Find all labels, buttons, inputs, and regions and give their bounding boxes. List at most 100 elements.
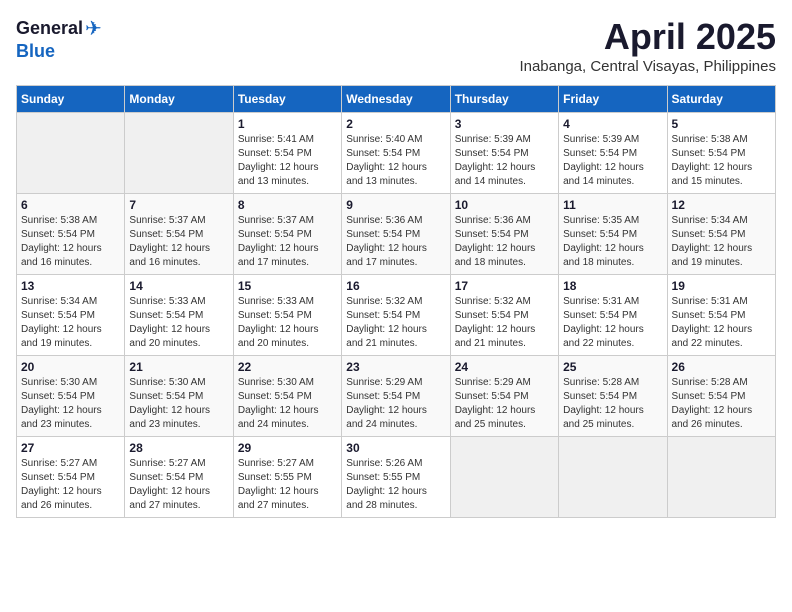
- calendar-cell: 18 Sunrise: 5:31 AM Sunset: 5:54 PM Dayli…: [559, 275, 667, 356]
- day-info: Sunrise: 5:39 AM Sunset: 5:54 PM Dayligh…: [563, 133, 662, 189]
- day-number: 13: [21, 279, 120, 293]
- header: General ✈ Blue April 2025 Inabanga, Cent…: [16, 16, 776, 75]
- day-info: Sunrise: 5:32 AM Sunset: 5:54 PM Dayligh…: [455, 295, 554, 351]
- weekday-header-thursday: Thursday: [450, 86, 558, 113]
- day-number: 20: [21, 360, 120, 374]
- weekday-header-monday: Monday: [125, 86, 233, 113]
- day-number: 15: [238, 279, 337, 293]
- day-number: 11: [563, 198, 662, 212]
- title-area: April 2025 Inabanga, Central Visayas, Ph…: [519, 16, 776, 75]
- day-info: Sunrise: 5:29 AM Sunset: 5:54 PM Dayligh…: [346, 376, 445, 432]
- day-info: Sunrise: 5:27 AM Sunset: 5:54 PM Dayligh…: [21, 457, 120, 513]
- day-info: Sunrise: 5:27 AM Sunset: 5:55 PM Dayligh…: [238, 457, 337, 513]
- logo-general: General: [16, 18, 83, 39]
- calendar-cell: 26 Sunrise: 5:28 AM Sunset: 5:54 PM Dayli…: [667, 356, 775, 437]
- calendar-cell: 22Sunrise: 5:30 AM Sunset: 5:54 PM Dayli…: [233, 356, 341, 437]
- day-number: 24: [455, 360, 554, 374]
- calendar-cell: 29 Sunrise: 5:27 AM Sunset: 5:55 PM Dayli…: [233, 437, 341, 518]
- day-number: 28: [129, 441, 228, 455]
- calendar-cell: 15 Sunrise: 5:33 AM Sunset: 5:54 PM Dayli…: [233, 275, 341, 356]
- logo-bird-icon: ✈: [85, 16, 102, 41]
- calendar-cell: 28 Sunrise: 5:27 AM Sunset: 5:54 PM Dayli…: [125, 437, 233, 518]
- day-number: 18: [563, 279, 662, 293]
- calendar-cell: 3 Sunrise: 5:39 AM Sunset: 5:54 PM Daylig…: [450, 113, 558, 194]
- day-number: 6: [21, 198, 120, 212]
- subtitle: Inabanga, Central Visayas, Philippines: [519, 58, 776, 75]
- day-number: 8: [238, 198, 337, 212]
- day-info: Sunrise: 5:34 AM Sunset: 5:54 PM Dayligh…: [672, 214, 771, 270]
- day-info: Sunrise: 5:39 AM Sunset: 5:54 PM Dayligh…: [455, 133, 554, 189]
- calendar-cell: 20Sunrise: 5:30 AM Sunset: 5:54 PM Dayli…: [17, 356, 125, 437]
- day-info: Sunrise: 5:35 AM Sunset: 5:54 PM Dayligh…: [563, 214, 662, 270]
- weekday-header-wednesday: Wednesday: [342, 86, 450, 113]
- calendar-cell: [450, 437, 558, 518]
- day-info: Sunrise: 5:31 AM Sunset: 5:54 PM Dayligh…: [563, 295, 662, 351]
- day-info: Sunrise: 5:26 AM Sunset: 5:55 PM Dayligh…: [346, 457, 445, 513]
- day-number: 7: [129, 198, 228, 212]
- day-number: 12: [672, 198, 771, 212]
- day-number: 14: [129, 279, 228, 293]
- day-info: Sunrise: 5:28 AM Sunset: 5:54 PM Dayligh…: [563, 376, 662, 432]
- day-info: Sunrise: 5:34 AM Sunset: 5:54 PM Dayligh…: [21, 295, 120, 351]
- day-number: 27: [21, 441, 120, 455]
- day-number: 5: [672, 117, 771, 131]
- day-number: 2: [346, 117, 445, 131]
- day-info: Sunrise: 5:37 AM Sunset: 5:54 PM Dayligh…: [238, 214, 337, 270]
- calendar-cell: 4 Sunrise: 5:39 AM Sunset: 5:54 PM Daylig…: [559, 113, 667, 194]
- day-number: 16: [346, 279, 445, 293]
- day-number: 1: [238, 117, 337, 131]
- calendar-cell: 5 Sunrise: 5:38 AM Sunset: 5:54 PM Daylig…: [667, 113, 775, 194]
- day-number: 10: [455, 198, 554, 212]
- day-info: Sunrise: 5:36 AM Sunset: 5:54 PM Dayligh…: [346, 214, 445, 270]
- day-info: Sunrise: 5:40 AM Sunset: 5:54 PM Dayligh…: [346, 133, 445, 189]
- calendar-cell: 10 Sunrise: 5:36 AM Sunset: 5:54 PM Dayli…: [450, 194, 558, 275]
- calendar-cell: [125, 113, 233, 194]
- weekday-header-sunday: Sunday: [17, 86, 125, 113]
- calendar-cell: 12 Sunrise: 5:34 AM Sunset: 5:54 PM Dayli…: [667, 194, 775, 275]
- calendar-cell: [559, 437, 667, 518]
- weekday-header-saturday: Saturday: [667, 86, 775, 113]
- calendar-cell: 24 Sunrise: 5:29 AM Sunset: 5:54 PM Dayli…: [450, 356, 558, 437]
- day-info: Sunrise: 5:31 AM Sunset: 5:54 PM Dayligh…: [672, 295, 771, 351]
- calendar-cell: [667, 437, 775, 518]
- day-number: 29: [238, 441, 337, 455]
- logo-blue: Blue: [16, 41, 55, 61]
- day-number: 30: [346, 441, 445, 455]
- calendar-cell: 11 Sunrise: 5:35 AM Sunset: 5:54 PM Dayli…: [559, 194, 667, 275]
- day-info: Sunrise: 5:36 AM Sunset: 5:54 PM Dayligh…: [455, 214, 554, 270]
- calendar-cell: 6Sunrise: 5:38 AM Sunset: 5:54 PM Daylig…: [17, 194, 125, 275]
- calendar-cell: 9 Sunrise: 5:36 AM Sunset: 5:54 PM Daylig…: [342, 194, 450, 275]
- calendar-cell: 7 Sunrise: 5:37 AM Sunset: 5:54 PM Daylig…: [125, 194, 233, 275]
- weekday-header-friday: Friday: [559, 86, 667, 113]
- calendar-cell: [17, 113, 125, 194]
- day-info: Sunrise: 5:29 AM Sunset: 5:54 PM Dayligh…: [455, 376, 554, 432]
- day-number: 17: [455, 279, 554, 293]
- calendar-cell: 8 Sunrise: 5:37 AM Sunset: 5:54 PM Daylig…: [233, 194, 341, 275]
- calendar-cell: 16Sunrise: 5:32 AM Sunset: 5:54 PM Dayli…: [342, 275, 450, 356]
- calendar-table: SundayMondayTuesdayWednesdayThursdayFrid…: [16, 85, 776, 518]
- calendar-cell: 30 Sunrise: 5:26 AM Sunset: 5:55 PM Dayli…: [342, 437, 450, 518]
- day-info: Sunrise: 5:33 AM Sunset: 5:54 PM Dayligh…: [238, 295, 337, 351]
- day-number: 3: [455, 117, 554, 131]
- day-number: 25: [563, 360, 662, 374]
- day-info: Sunrise: 5:30 AM Sunset: 5:54 PM Dayligh…: [129, 376, 228, 432]
- day-info: Sunrise: 5:41 AM Sunset: 5:54 PM Dayligh…: [238, 133, 337, 189]
- day-info: Sunrise: 5:37 AM Sunset: 5:54 PM Dayligh…: [129, 214, 228, 270]
- day-number: 4: [563, 117, 662, 131]
- day-number: 23: [346, 360, 445, 374]
- calendar-cell: 14Sunrise: 5:33 AM Sunset: 5:54 PM Dayli…: [125, 275, 233, 356]
- day-number: 9: [346, 198, 445, 212]
- calendar-cell: 23 Sunrise: 5:29 AM Sunset: 5:54 PM Dayli…: [342, 356, 450, 437]
- day-number: 21: [129, 360, 228, 374]
- day-info: Sunrise: 5:27 AM Sunset: 5:54 PM Dayligh…: [129, 457, 228, 513]
- calendar-cell: 19Sunrise: 5:31 AM Sunset: 5:54 PM Dayli…: [667, 275, 775, 356]
- calendar-cell: 25 Sunrise: 5:28 AM Sunset: 5:54 PM Dayli…: [559, 356, 667, 437]
- day-info: Sunrise: 5:38 AM Sunset: 5:54 PM Dayligh…: [672, 133, 771, 189]
- month-title: April 2025: [519, 16, 776, 58]
- day-number: 26: [672, 360, 771, 374]
- weekday-header-tuesday: Tuesday: [233, 86, 341, 113]
- day-info: Sunrise: 5:28 AM Sunset: 5:54 PM Dayligh…: [672, 376, 771, 432]
- calendar-cell: 1 Sunrise: 5:41 AM Sunset: 5:54 PM Daylig…: [233, 113, 341, 194]
- day-info: Sunrise: 5:30 AM Sunset: 5:54 PM Dayligh…: [238, 376, 337, 432]
- calendar-cell: 21 Sunrise: 5:30 AM Sunset: 5:54 PM Dayli…: [125, 356, 233, 437]
